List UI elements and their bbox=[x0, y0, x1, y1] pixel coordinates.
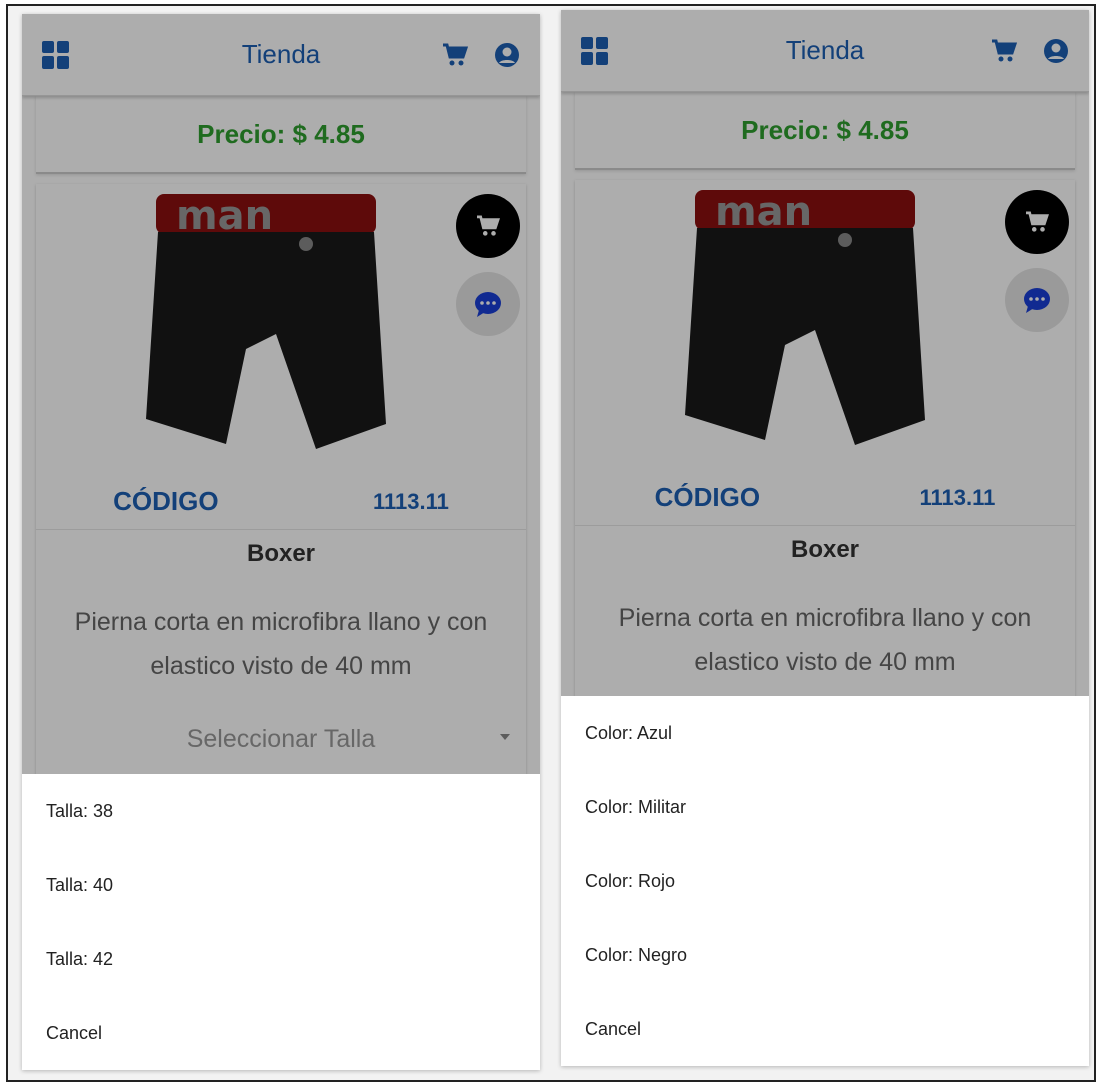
backdrop-overlay[interactable] bbox=[22, 14, 540, 774]
cancel-button[interactable]: Cancel bbox=[561, 992, 1089, 1066]
sheet-option[interactable]: Talla: 42 bbox=[22, 922, 540, 996]
size-action-sheet: Talla: 38 Talla: 40 Talla: 42 Cancel bbox=[22, 774, 540, 1070]
screen-size-picker: Tienda Precio: $ 4.85 man CÓDIGO 1113.11… bbox=[22, 14, 540, 1070]
sheet-option[interactable]: Color: Militar bbox=[561, 770, 1089, 844]
sheet-option[interactable]: Color: Negro bbox=[561, 918, 1089, 992]
cancel-button[interactable]: Cancel bbox=[22, 996, 540, 1070]
screen-color-picker: Tienda Precio: $ 4.85 man CÓDIGO 1113.11… bbox=[561, 10, 1089, 1066]
color-action-sheet: Color: Azul Color: Militar Color: Rojo C… bbox=[561, 696, 1089, 1066]
backdrop-overlay[interactable] bbox=[561, 10, 1089, 696]
sheet-option[interactable]: Talla: 38 bbox=[22, 774, 540, 848]
sheet-option[interactable]: Color: Rojo bbox=[561, 844, 1089, 918]
sheet-option[interactable]: Talla: 40 bbox=[22, 848, 540, 922]
sheet-option[interactable]: Color: Azul bbox=[561, 696, 1089, 770]
